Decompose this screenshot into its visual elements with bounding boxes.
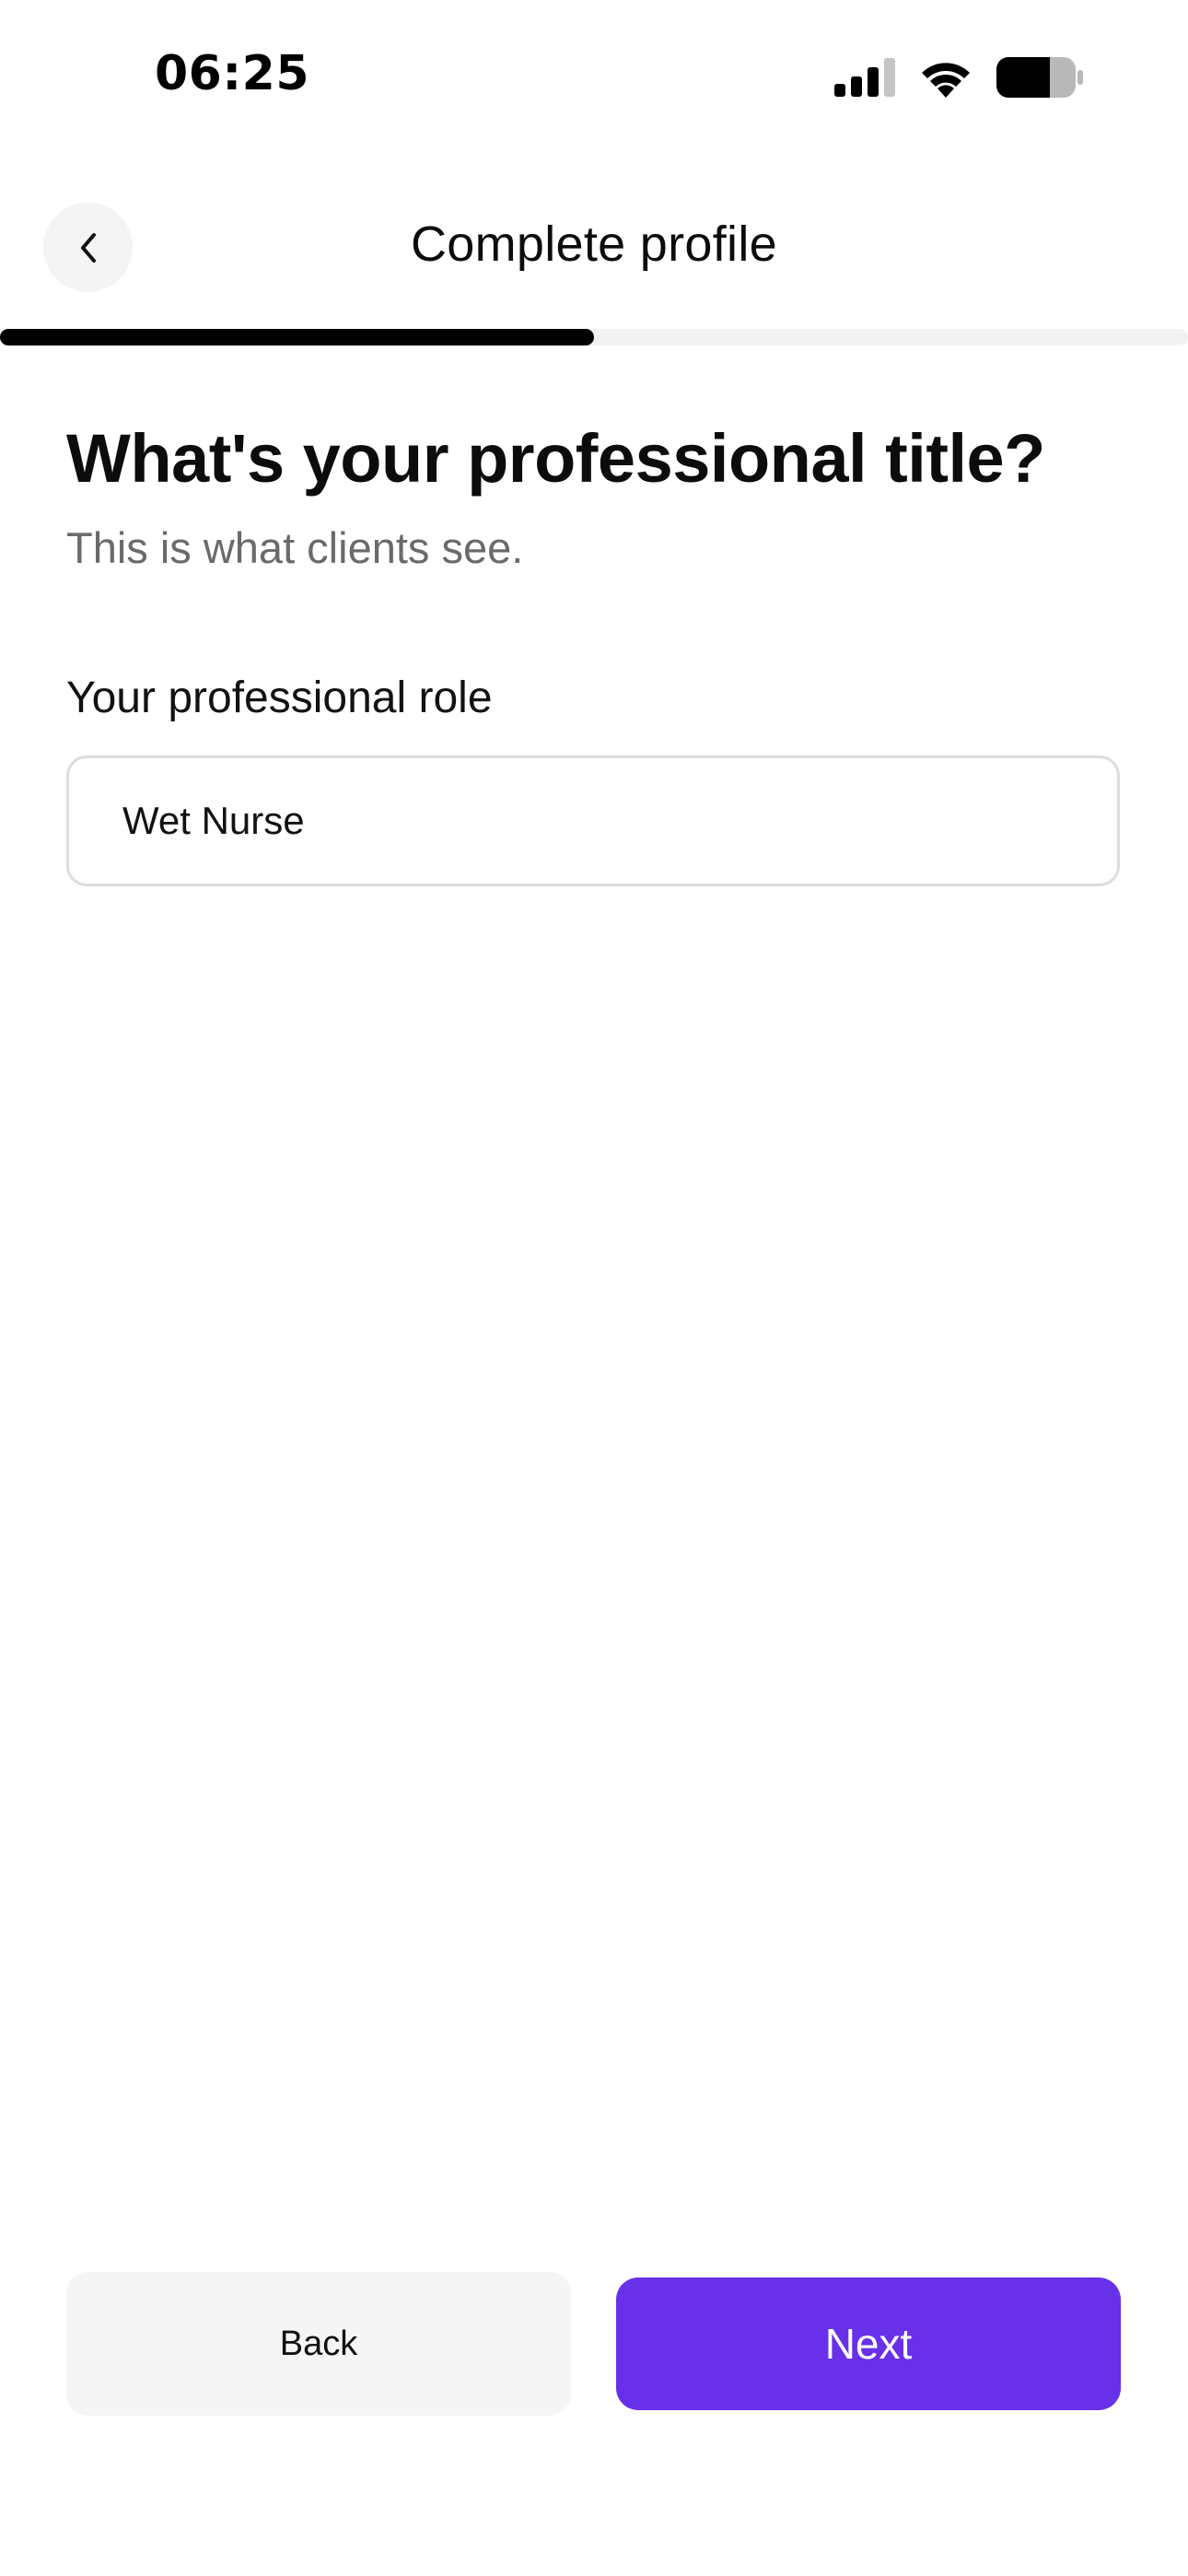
back-button[interactable]: Back [66, 2272, 571, 2416]
professional-role-input[interactable] [66, 755, 1120, 886]
question-subheading: This is what clients see. [66, 523, 524, 572]
header: Complete profile [0, 193, 1188, 300]
page-title: Complete profile [411, 217, 777, 272]
cellular-signal-icon [834, 58, 895, 97]
status-icons [834, 57, 1083, 98]
wifi-icon [922, 63, 970, 98]
progress-bar [0, 329, 1188, 345]
status-time: 06:25 [155, 46, 310, 101]
progress-fill [0, 329, 594, 345]
battery-icon [996, 57, 1083, 98]
status-bar: 06:25 [0, 0, 1188, 162]
role-field-label: Your professional role [66, 673, 493, 722]
next-button[interactable]: Next [616, 2277, 1121, 2410]
question-heading: What's your professional title? [66, 420, 1045, 497]
